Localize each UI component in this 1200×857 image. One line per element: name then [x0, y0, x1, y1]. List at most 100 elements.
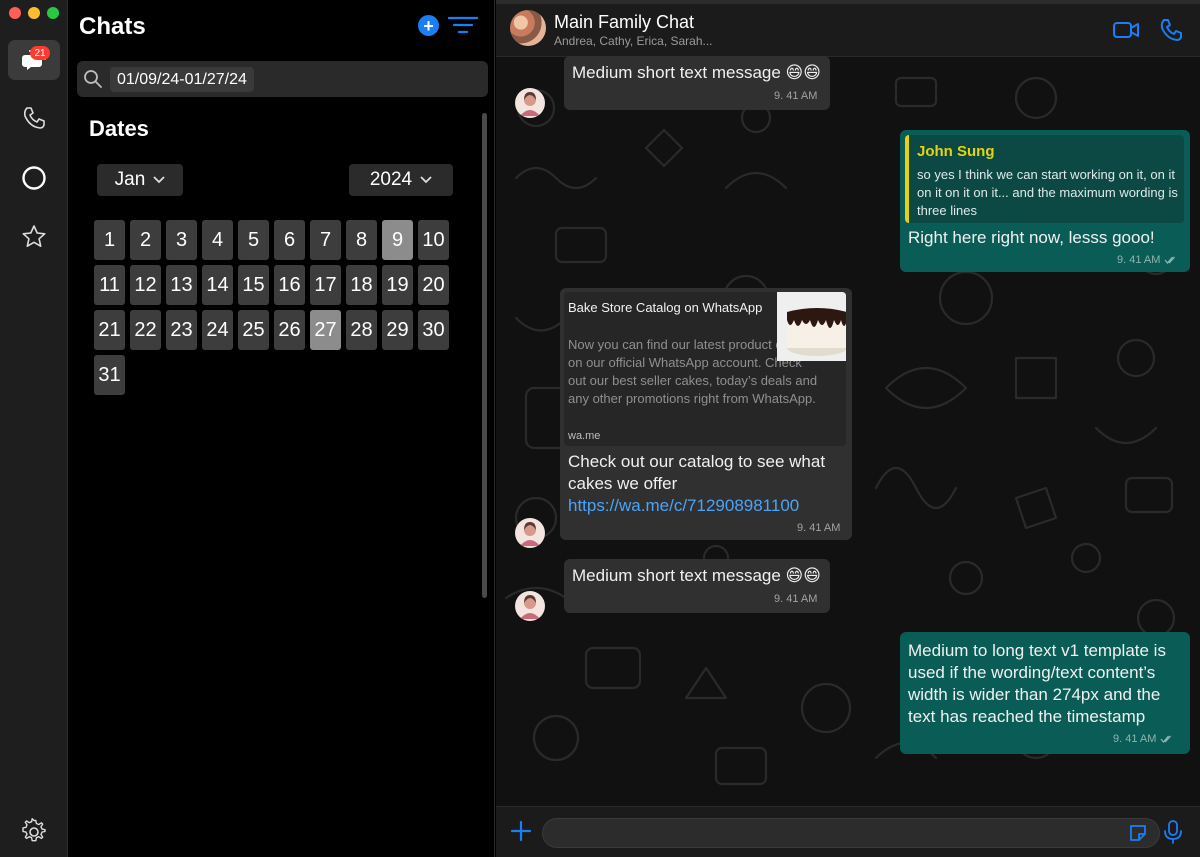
minimize-window-button[interactable] [28, 7, 40, 19]
rail-settings-button[interactable] [8, 812, 60, 852]
read-ticks-icon [1160, 735, 1172, 744]
calendar-day[interactable]: 3 [166, 220, 197, 260]
calendar-day[interactable]: 15 [238, 265, 269, 305]
person-avatar-icon [520, 522, 540, 546]
read-ticks-icon [1164, 256, 1176, 265]
message-text: Medium short text message 😄😄 [572, 63, 821, 82]
month-select[interactable]: Jan [97, 164, 183, 196]
message-time: 9. 41 AM [774, 90, 818, 102]
year-select[interactable]: 2024 [349, 164, 453, 196]
calendar-day[interactable]: 18 [346, 265, 377, 305]
rail-starred-button[interactable] [8, 217, 60, 257]
cake-image-icon [777, 292, 846, 361]
sticker-icon[interactable] [1128, 823, 1148, 843]
calendar-day[interactable]: 22 [130, 310, 161, 350]
calendar-day[interactable]: 12 [130, 265, 161, 305]
app-rail: 21 [0, 0, 68, 857]
chat-title[interactable]: Main Family Chat [554, 12, 694, 33]
calendar-day[interactable]: 2 [130, 220, 161, 260]
video-call-icon[interactable] [1112, 18, 1140, 42]
search-bar[interactable]: 01/09/24-01/27/24 [77, 61, 488, 97]
calendar-day[interactable]: 31 [94, 355, 125, 395]
message-text: Medium short text message 😄😄 [572, 566, 821, 585]
zoom-window-button[interactable] [47, 7, 59, 19]
calendar-day[interactable]: 1 [94, 220, 125, 260]
calendar-day[interactable]: 19 [382, 265, 413, 305]
unread-badge: 21 [30, 46, 50, 60]
message-bubble-outgoing[interactable]: Medium to long text v1 template is used … [900, 632, 1190, 754]
quoted-reply[interactable]: John Sung so yes I think we can start wo… [905, 135, 1184, 223]
voice-call-icon[interactable] [1158, 18, 1186, 42]
calendar-day[interactable]: 23 [166, 310, 197, 350]
message-text: Check out our catalog to see what cakes … [568, 452, 826, 493]
year-value: 2024 [369, 169, 413, 190]
calendar-day[interactable]: 17 [310, 265, 341, 305]
close-window-button[interactable] [9, 7, 21, 19]
calendar-day[interactable]: 29 [382, 310, 413, 350]
attach-plus-icon[interactable] [510, 820, 532, 842]
message-time: 9. 41 AM [1113, 733, 1174, 745]
calendar-day[interactable]: 14 [202, 265, 233, 305]
quoted-text: so yes I think we can start working on i… [917, 167, 1178, 218]
calendar-day[interactable]: 5 [238, 220, 269, 260]
message-link[interactable]: https://wa.me/c/712908981100 [568, 495, 799, 517]
message-time: 9. 41 AM [797, 522, 841, 534]
message-bubble-incoming[interactable]: Bake Store Catalog on WhatsApp Now you c… [560, 288, 852, 540]
message-input[interactable] [542, 818, 1160, 848]
conversation-pane: Main Family Chat Andrea, Cathy, Erica, S… [496, 0, 1200, 857]
filter-icon[interactable] [448, 14, 478, 36]
calendar-day[interactable]: 25 [238, 310, 269, 350]
message-text: Medium to long text v1 template is used … [908, 641, 1166, 726]
rail-calls-button[interactable] [8, 98, 60, 138]
calendar-day[interactable]: 7 [310, 220, 341, 260]
calendar-day[interactable]: 9 [382, 220, 413, 260]
calendar-day[interactable]: 24 [202, 310, 233, 350]
new-chat-button[interactable]: + [418, 15, 439, 36]
person-avatar-icon [520, 92, 540, 116]
message-bubble-incoming[interactable]: Medium short text message 😄😄 9. 41 AM [564, 56, 830, 110]
window-controls [9, 7, 59, 19]
link-preview-card[interactable]: Bake Store Catalog on WhatsApp Now you c… [564, 292, 846, 446]
person-avatar-icon [520, 595, 540, 619]
calendar-day[interactable]: 26 [274, 310, 305, 350]
group-avatar[interactable] [510, 10, 546, 46]
message-text: Right here right now, lesss gooo! [908, 228, 1155, 247]
search-icon [84, 70, 102, 88]
link-preview-domain: wa.me [568, 430, 601, 442]
microphone-icon[interactable] [1163, 820, 1183, 844]
phone-icon [23, 107, 45, 129]
message-bubble-outgoing[interactable]: John Sung so yes I think we can start wo… [900, 130, 1190, 272]
chevron-down-icon [153, 176, 165, 184]
message-time: 9. 41 AM [1117, 254, 1178, 266]
panel-scrollbar[interactable] [482, 113, 487, 598]
plus-icon: + [423, 15, 434, 36]
status-ring-icon [22, 166, 46, 190]
calendar-day[interactable]: 13 [166, 265, 197, 305]
message-bubble-incoming[interactable]: Medium short text message 😄😄 9. 41 AM [564, 559, 830, 613]
month-value: Jan [114, 169, 146, 190]
calendar-day[interactable]: 28 [346, 310, 377, 350]
calendar-day[interactable]: 20 [418, 265, 449, 305]
sender-avatar[interactable] [515, 88, 545, 118]
calendar-day[interactable]: 11 [94, 265, 125, 305]
dates-heading: Dates [89, 116, 149, 141]
calendar-day[interactable]: 4 [202, 220, 233, 260]
calendar-day[interactable]: 8 [346, 220, 377, 260]
rail-status-button[interactable] [8, 158, 60, 198]
calendar-day[interactable]: 16 [274, 265, 305, 305]
calendar-day[interactable]: 27 [310, 310, 341, 350]
sender-avatar[interactable] [515, 518, 545, 548]
calendar-day[interactable]: 30 [418, 310, 449, 350]
date-range-chip[interactable]: 01/09/24-01/27/24 [110, 67, 254, 92]
quoted-sender: John Sung [917, 143, 995, 160]
panel-title: Chats [79, 13, 146, 40]
calendar-day[interactable]: 6 [274, 220, 305, 260]
calendar-day[interactable]: 10 [418, 220, 449, 260]
link-preview-thumbnail [777, 292, 846, 361]
chat-header: Main Family Chat Andrea, Cathy, Erica, S… [496, 4, 1200, 57]
sender-avatar[interactable] [515, 591, 545, 621]
calendar-day[interactable]: 21 [94, 310, 125, 350]
rail-chats-button[interactable]: 21 [8, 40, 60, 80]
gear-icon [22, 818, 46, 842]
link-preview-title: Bake Store Catalog on WhatsApp [568, 300, 763, 315]
